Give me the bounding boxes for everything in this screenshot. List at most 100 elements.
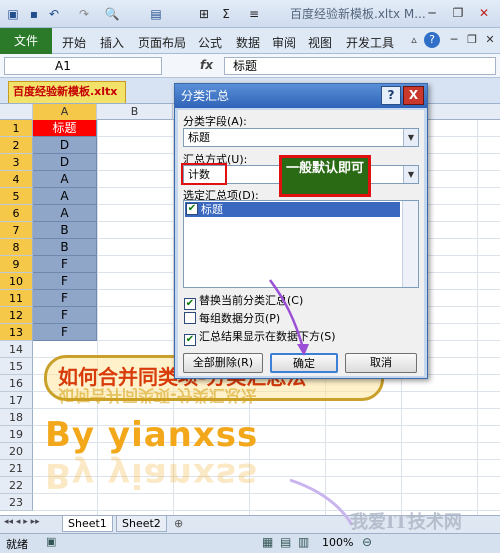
sheet-tab-2[interactable]: Sheet2	[116, 516, 167, 532]
row-header[interactable]: 5	[0, 188, 33, 205]
row-header[interactable]: 3	[0, 154, 33, 171]
table-cell[interactable]: B	[33, 239, 97, 256]
list-item[interactable]: 标题	[185, 202, 400, 217]
name-box[interactable]: A1	[4, 57, 162, 75]
help-icon[interactable]: ?	[424, 32, 440, 48]
remove-all-button[interactable]: 全部删除(R)	[183, 353, 263, 373]
sum-icon[interactable]: Σ	[218, 5, 234, 23]
checkbox-checked-icon[interactable]: ✔	[186, 203, 198, 215]
tab-home[interactable]: 开始	[62, 34, 86, 51]
row-header[interactable]: 17	[0, 392, 33, 409]
save-icon[interactable]: ▪	[26, 5, 42, 23]
table-cell[interactable]: F	[33, 256, 97, 273]
row-header[interactable]: 10	[0, 273, 33, 290]
column-header-b[interactable]: B	[97, 104, 173, 120]
fx-icon[interactable]: fx	[200, 58, 213, 72]
redo-icon[interactable]: ↷	[76, 5, 92, 23]
formula-input[interactable]: 标题	[224, 57, 496, 75]
zoom-out-icon[interactable]: ⊖	[362, 535, 372, 549]
dialog-help-button[interactable]: ?	[381, 86, 401, 105]
excel-logo-icon[interactable]: ▣	[4, 5, 22, 23]
table-cell[interactable]: D	[33, 137, 97, 154]
row-header[interactable]: 2	[0, 137, 33, 154]
checkbox-unchecked-icon[interactable]	[184, 312, 196, 324]
table-borders-icon[interactable]: ⊞	[196, 5, 212, 23]
row-header[interactable]: 7	[0, 222, 33, 239]
row-header[interactable]: 23	[0, 494, 33, 511]
row-header[interactable]: 15	[0, 358, 33, 375]
macro-record-icon[interactable]: ▣	[46, 535, 56, 548]
table-cell[interactable]: A	[33, 171, 97, 188]
chevron-down-icon[interactable]: ▼	[403, 166, 418, 183]
workbook-tab[interactable]: 百度经验新模板.xltx	[8, 81, 126, 103]
row-header[interactable]: 16	[0, 375, 33, 392]
restore-workbook-icon[interactable]: ❐	[464, 32, 480, 48]
sheet-nav-icon[interactable]: ◂◂ ◂ ▸ ▸▸	[4, 517, 40, 527]
row-header[interactable]: 21	[0, 460, 33, 477]
tab-view[interactable]: 视图	[308, 34, 332, 51]
tab-page-layout[interactable]: 页面布局	[138, 34, 186, 51]
undo-icon[interactable]: ↶	[46, 5, 62, 23]
option-replace[interactable]: ✔ 替换当前分类汇总(C)	[184, 294, 303, 310]
tab-insert[interactable]: 插入	[100, 34, 124, 51]
table-cell[interactable]: F	[33, 307, 97, 324]
dialog-close-button[interactable]: X	[403, 86, 424, 105]
row-header[interactable]: 8	[0, 239, 33, 256]
column-header-a[interactable]: A	[33, 104, 97, 120]
sheet-tab-1[interactable]: Sheet1	[62, 516, 113, 532]
ok-button[interactable]: 确定	[270, 353, 338, 373]
restore-icon[interactable]: ❐	[446, 3, 470, 23]
table-cell[interactable]: D	[33, 154, 97, 171]
page-break-view-icon[interactable]: ▥	[298, 535, 309, 549]
close-window-icon[interactable]: ✕	[472, 3, 496, 23]
row-header[interactable]: 13	[0, 324, 33, 341]
normal-view-icon[interactable]: ▦	[262, 535, 273, 549]
table-cell[interactable]: F	[33, 324, 97, 341]
row-header[interactable]: 19	[0, 426, 33, 443]
row-header[interactable]: 9	[0, 256, 33, 273]
status-ready: 就绪	[6, 538, 28, 551]
row-header[interactable]: 14	[0, 341, 33, 358]
row-header[interactable]: 1	[0, 120, 33, 137]
new-sheet-icon[interactable]: ⊕	[174, 517, 183, 530]
tab-developer[interactable]: 开发工具	[346, 34, 394, 51]
table-cell[interactable]: A	[33, 205, 97, 222]
row-header[interactable]: 4	[0, 171, 33, 188]
tab-formulas[interactable]: 公式	[198, 34, 222, 51]
field-select[interactable]: 标题 ▼	[183, 128, 419, 147]
tab-file[interactable]: 文件	[0, 28, 52, 54]
list-scrollbar[interactable]	[402, 201, 418, 287]
table-cell[interactable]: B	[33, 222, 97, 239]
cancel-button[interactable]: 取消	[345, 353, 417, 373]
table-cell[interactable]: F	[33, 273, 97, 290]
chevron-down-icon[interactable]: ▼	[403, 129, 418, 146]
select-all-corner[interactable]	[0, 104, 33, 120]
row-header[interactable]: 20	[0, 443, 33, 460]
zoom-level[interactable]: 100%	[322, 536, 353, 549]
row-header[interactable]: 12	[0, 307, 33, 324]
checkbox-checked-icon[interactable]: ✔	[184, 334, 196, 346]
row-header[interactable]: 11	[0, 290, 33, 307]
minimize-icon[interactable]: ─	[420, 3, 444, 23]
header-cell[interactable]: 标题	[33, 120, 97, 137]
banner-reflection: 如何合并同类项-分类汇总法	[58, 386, 257, 405]
print-preview-icon[interactable]: 🔍	[104, 5, 120, 23]
row-header[interactable]: 6	[0, 205, 33, 222]
align-icon[interactable]: ≡	[246, 5, 262, 23]
row-header[interactable]: 18	[0, 409, 33, 426]
ribbon-collapse-icon[interactable]: ▵	[406, 32, 422, 48]
checkbox-checked-icon[interactable]: ✔	[184, 298, 196, 310]
minimize-workbook-icon[interactable]: ─	[446, 32, 462, 48]
tab-data[interactable]: 数据	[236, 34, 260, 51]
table-cell[interactable]: F	[33, 290, 97, 307]
author-credit-reflection: By yianxss	[45, 455, 259, 495]
paste-format-icon[interactable]: ▤	[148, 5, 164, 23]
tab-review[interactable]: 审阅	[272, 34, 296, 51]
option-summary-below[interactable]: ✔ 汇总结果显示在数据下方(S)	[184, 330, 336, 346]
close-workbook-icon[interactable]: ✕	[482, 32, 498, 48]
row-header[interactable]: 22	[0, 477, 33, 494]
callout-note: 一般默认即可	[279, 155, 371, 197]
page-layout-view-icon[interactable]: ▤	[280, 535, 291, 549]
option-page-break[interactable]: 每组数据分页(P)	[184, 312, 280, 327]
table-cell[interactable]: A	[33, 188, 97, 205]
